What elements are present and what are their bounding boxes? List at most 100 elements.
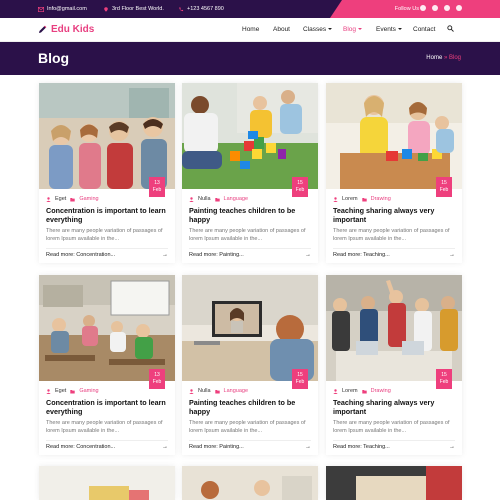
post-title[interactable]: Teaching sharing always very important <box>333 398 457 416</box>
post-category[interactable]: Drawing <box>371 196 391 202</box>
post-author[interactable]: Eget <box>55 388 66 394</box>
twitter-icon[interactable] <box>432 5 438 11</box>
page-banner: Blog Home » Blog <box>0 42 500 75</box>
blog-card[interactable]: 15 Feb Lorem Drawing Teaching sharing alw… <box>326 83 462 263</box>
blog-card[interactable]: 15 Feb Nulla Language Painting teaches ch… <box>182 83 318 263</box>
blog-card-image[interactable] <box>326 466 462 500</box>
user-icon <box>46 196 51 202</box>
post-meta: Eget Gaming <box>46 196 99 202</box>
post-title[interactable]: Concentration is important to learn ever… <box>46 398 170 416</box>
folder-icon <box>214 389 220 393</box>
address-info: 3rd Floor Best World. <box>103 6 164 12</box>
post-meta: Lorem Drawing <box>333 388 391 394</box>
user-icon <box>333 196 338 202</box>
folder-icon <box>214 197 220 201</box>
blog-card-image[interactable] <box>182 275 318 381</box>
facebook-icon[interactable] <box>420 5 426 11</box>
mail-icon <box>38 6 44 12</box>
blog-card[interactable] <box>182 466 318 500</box>
date-month: Feb <box>439 378 449 385</box>
blog-card-image[interactable] <box>39 275 175 381</box>
post-category[interactable]: Gaming <box>79 196 98 202</box>
post-author[interactable]: Lorem <box>342 388 358 394</box>
post-excerpt: There are many people variation of passa… <box>333 228 450 242</box>
nav-about[interactable]: About <box>273 26 290 33</box>
post-meta: Eget Gaming <box>46 388 99 394</box>
address-text: 3rd Floor Best World. <box>112 6 164 12</box>
arrow-right-icon[interactable]: → <box>162 252 168 258</box>
post-title[interactable]: Teaching sharing always very important <box>333 206 457 224</box>
blog-card-image[interactable] <box>39 83 175 189</box>
breadcrumb: Home » Blog <box>426 55 461 61</box>
read-more-link[interactable]: Read more: Teaching... <box>333 252 390 258</box>
arrow-right-icon[interactable]: → <box>449 252 455 258</box>
user-icon <box>46 388 51 394</box>
card-divider <box>189 440 311 441</box>
folder-icon <box>361 197 367 201</box>
post-excerpt: There are many people variation of passa… <box>46 420 163 434</box>
card-divider <box>189 248 311 249</box>
arrow-right-icon[interactable]: → <box>162 444 168 450</box>
date-badge: 15 Feb <box>292 369 308 389</box>
pinterest-icon[interactable] <box>456 5 462 11</box>
read-more-link[interactable]: Read more: Painting... <box>189 252 244 258</box>
post-author[interactable]: Nulla <box>198 388 211 394</box>
post-author[interactable]: Eget <box>55 196 66 202</box>
card-divider <box>333 248 455 249</box>
chevron-down-icon <box>397 28 402 31</box>
post-title[interactable]: Concentration is important to learn ever… <box>46 206 170 224</box>
blog-card-image[interactable] <box>326 83 462 189</box>
social-links <box>420 5 462 11</box>
blog-card[interactable]: 15 Feb Nulla Language Painting teaches ch… <box>182 275 318 455</box>
nav-home[interactable]: Home <box>242 26 259 33</box>
post-category[interactable]: Language <box>224 388 248 394</box>
arrow-right-icon[interactable]: → <box>305 444 311 450</box>
post-category[interactable]: Gaming <box>79 388 98 394</box>
read-more-link[interactable]: Read more: Concentration... <box>46 444 115 450</box>
blog-card[interactable] <box>326 466 462 500</box>
phone-text: +123 4567 890 <box>187 6 224 12</box>
breadcrumb-current: Blog <box>448 55 461 61</box>
read-more-link[interactable]: Read more: Concentration... <box>46 252 115 258</box>
post-category[interactable]: Drawing <box>371 388 391 394</box>
read-more-link[interactable]: Read more: Painting... <box>189 444 244 450</box>
read-more-link[interactable]: Read more: Teaching... <box>333 444 390 450</box>
email-info[interactable]: Info@gmail.com <box>38 6 87 12</box>
post-category[interactable]: Language <box>224 196 248 202</box>
nav-events[interactable]: Events <box>376 26 402 33</box>
blog-card-image[interactable] <box>182 466 318 500</box>
post-title[interactable]: Painting teaches children to be happy <box>189 206 313 224</box>
instagram-icon[interactable] <box>444 5 450 11</box>
page-title: Blog <box>38 50 70 66</box>
blog-card[interactable] <box>39 466 175 500</box>
breadcrumb-home[interactable]: Home <box>426 55 442 61</box>
post-excerpt: There are many people variation of passa… <box>189 228 306 242</box>
card-divider <box>333 440 455 441</box>
blog-card-image[interactable] <box>39 466 175 500</box>
nav-classes-label: Classes <box>303 26 327 33</box>
post-excerpt: There are many people variation of passa… <box>189 420 306 434</box>
breadcrumb-separator: » <box>443 55 448 61</box>
date-month: Feb <box>295 186 305 193</box>
blog-card-image[interactable] <box>326 275 462 381</box>
post-author[interactable]: Lorem <box>342 196 358 202</box>
phone-info[interactable]: +123 4567 890 <box>178 6 224 12</box>
arrow-right-icon[interactable]: → <box>305 252 311 258</box>
date-badge: 15 Feb <box>292 177 308 197</box>
location-icon <box>104 6 108 12</box>
nav-contact[interactable]: Contact <box>413 26 435 33</box>
arrow-right-icon[interactable]: → <box>449 444 455 450</box>
post-title[interactable]: Painting teaches children to be happy <box>189 398 313 416</box>
date-badge: 13 Feb <box>149 369 165 389</box>
blog-card[interactable]: 13 Feb Eget Gaming Concentration is impor… <box>39 275 175 455</box>
blog-card-image[interactable] <box>182 83 318 189</box>
post-author[interactable]: Nulla <box>198 196 211 202</box>
nav-classes[interactable]: Classes <box>303 26 333 33</box>
search-icon[interactable] <box>447 25 454 32</box>
site-logo[interactable]: Edu Kids <box>38 24 94 35</box>
blog-card[interactable]: 13 Feb Eget Gaming Concentration is impor… <box>39 83 175 263</box>
post-meta: Lorem Drawing <box>333 196 391 202</box>
post-excerpt: There are many people variation of passa… <box>333 420 450 434</box>
blog-card[interactable]: 15 Feb Lorem Drawing Teaching sharing alw… <box>326 275 462 455</box>
nav-blog[interactable]: Blog <box>343 26 363 33</box>
